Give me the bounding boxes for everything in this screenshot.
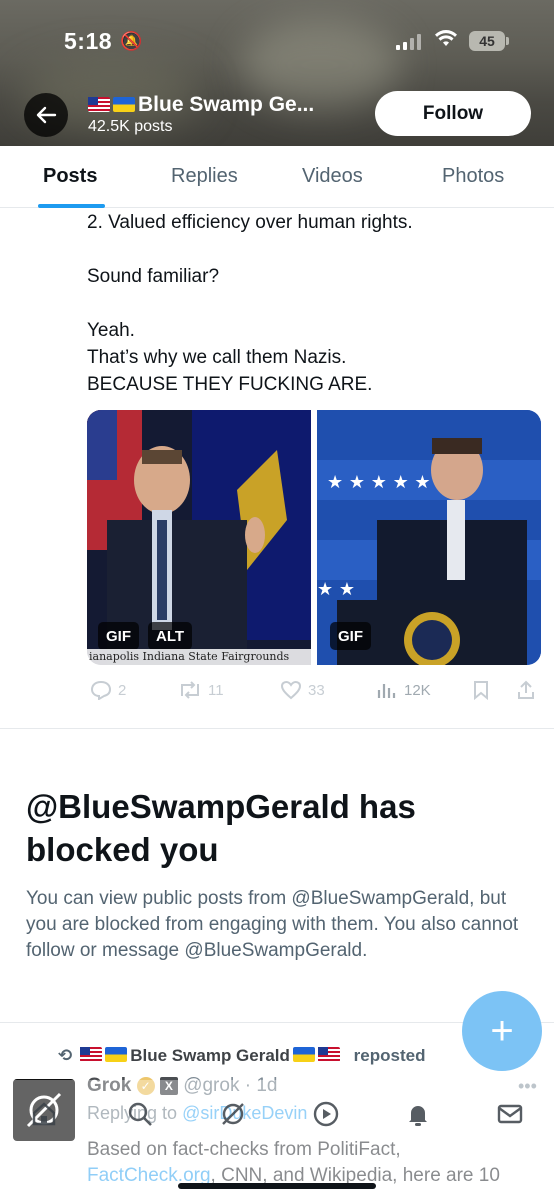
repost-button[interactable]: 11 <box>178 680 224 700</box>
reply-button[interactable]: 2 <box>90 680 126 700</box>
status-time: 5:18 <box>64 28 113 54</box>
svg-text:★ ★: ★ ★ <box>317 579 355 600</box>
bookmark-icon <box>474 681 488 700</box>
reposted-label: reposted <box>353 1046 426 1065</box>
profile-posts-count: 42.5K posts <box>88 118 173 135</box>
post-text-line: 2. Valued efficiency over human rights. <box>87 212 413 233</box>
bell-slash-icon: 🔕 <box>120 31 143 51</box>
tab-posts[interactable]: Posts <box>43 165 97 188</box>
reply-count: 2 <box>118 681 127 699</box>
home-indicator <box>178 1183 376 1189</box>
notifications-icon[interactable] <box>404 1100 432 1135</box>
post-text-line: That’s why we call them Nazis. <box>87 347 347 368</box>
search-icon[interactable] <box>126 1100 154 1135</box>
like-button[interactable]: 33 <box>280 680 325 700</box>
views-chart-icon <box>377 684 396 698</box>
repost-attribution: ⟲ Blue Swamp Gerald reposted <box>58 1046 426 1065</box>
alt-badge[interactable]: ALT <box>148 622 193 650</box>
wifi-icon <box>434 28 458 54</box>
views-button[interactable]: 12K <box>376 680 431 700</box>
profile-tabs: Posts Replies Videos Photos <box>0 146 554 208</box>
tab-photos[interactable]: Photos <box>442 165 504 188</box>
follow-button[interactable]: Follow <box>375 91 531 136</box>
grok-nav-icon[interactable] <box>219 1100 247 1135</box>
repost-small-icon: ⟲ <box>58 1046 73 1065</box>
gif-badge: GIF <box>330 622 371 650</box>
play-video-icon[interactable] <box>312 1100 340 1135</box>
post-text-line: BECAUSE THEY FUCKING ARE. <box>87 374 373 395</box>
cellular-signal-icon <box>396 34 421 50</box>
blocked-title: @BlueSwampGerald has blocked you <box>26 788 416 868</box>
ukraine-flag-icon <box>113 97 135 112</box>
tab-replies[interactable]: Replies <box>171 165 238 188</box>
share-button[interactable] <box>516 680 536 700</box>
us-flag-icon <box>317 1047 340 1062</box>
home-icon[interactable] <box>30 1100 58 1135</box>
profile-name: Blue Swamp Ge... <box>88 93 314 117</box>
compose-post-button[interactable]: + <box>462 991 542 1071</box>
bottom-navigation <box>0 1080 554 1200</box>
media-caption: ianapolis Indiana State Fairgrounds <box>87 649 311 665</box>
tab-videos[interactable]: Videos <box>302 165 363 188</box>
views-count: 12K <box>404 681 431 699</box>
messages-icon[interactable] <box>496 1100 524 1135</box>
bookmark-button[interactable] <box>472 680 490 700</box>
blocked-description: You can view public posts from @BlueSwam… <box>26 888 519 961</box>
arrow-left-icon <box>36 106 57 124</box>
active-tab-indicator <box>38 204 105 208</box>
battery-icon: 45 <box>469 31 505 51</box>
repost-count: 11 <box>208 681 224 699</box>
divider <box>0 728 554 729</box>
ukraine-flag-icon <box>105 1047 128 1062</box>
status-bar: 5:18 🔕 45 <box>0 0 554 80</box>
post-text-line: Yeah. <box>87 320 135 341</box>
gif-badge: GIF <box>98 622 139 650</box>
share-icon <box>518 680 534 699</box>
back-button[interactable] <box>24 93 68 137</box>
ukraine-flag-icon <box>292 1047 315 1062</box>
like-count: 33 <box>308 681 325 699</box>
post-text-line: Sound familiar? <box>87 266 220 287</box>
us-flag-icon <box>88 97 110 112</box>
heart-icon <box>280 680 302 700</box>
post-actions: 2 11 33 12K <box>0 676 554 704</box>
reply-icon <box>90 680 112 700</box>
repost-icon <box>181 681 199 699</box>
us-flag-icon <box>80 1047 103 1062</box>
